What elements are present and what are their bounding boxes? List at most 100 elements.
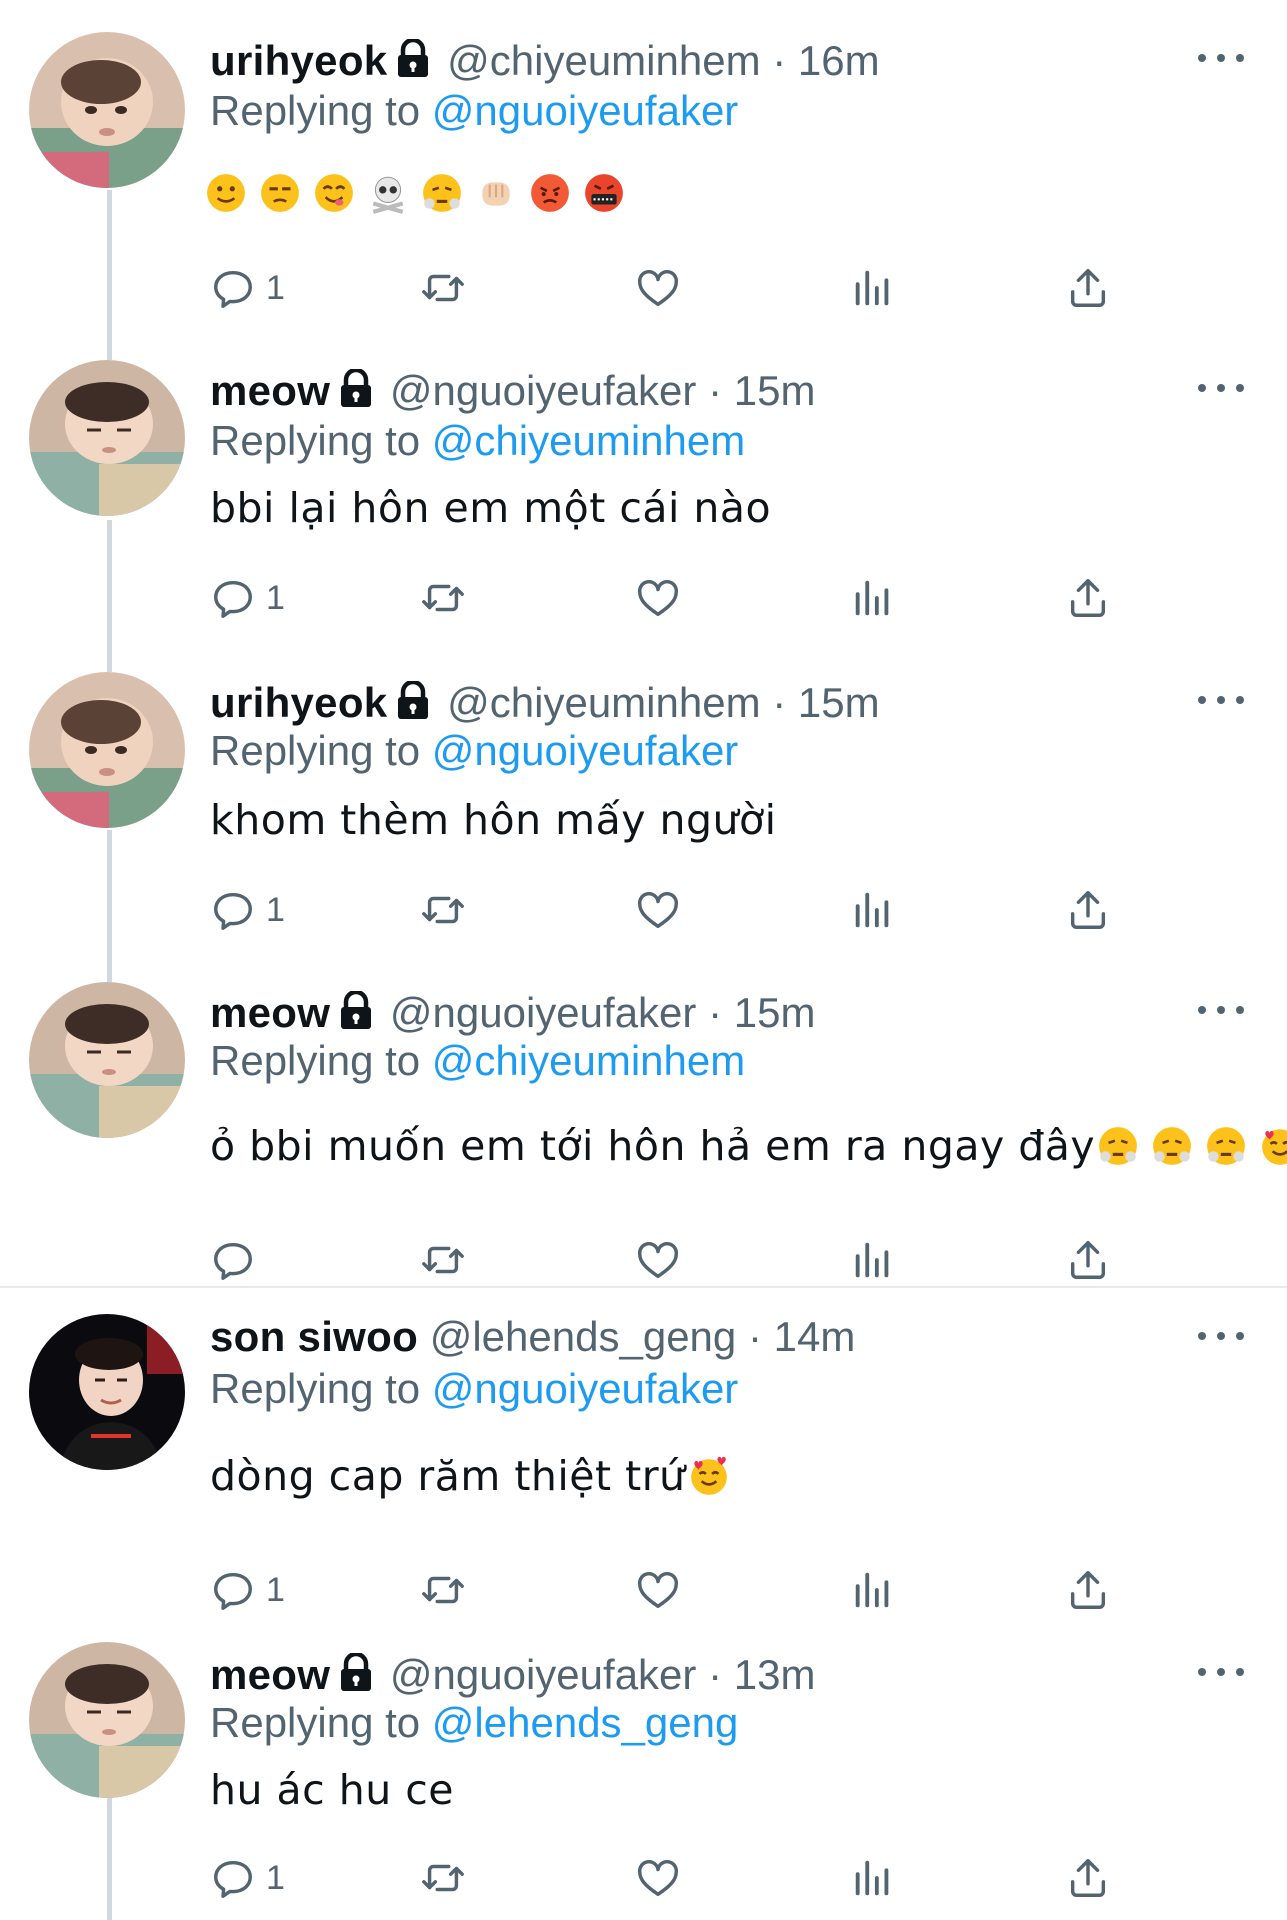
replying-prefix: Replying to: [210, 417, 421, 464]
display-name[interactable]: meow: [210, 1651, 330, 1698]
avatar[interactable]: [29, 982, 185, 1138]
share-button[interactable]: [1065, 884, 1111, 936]
avatar[interactable]: [29, 1314, 185, 1470]
share-button[interactable]: [1065, 1234, 1111, 1286]
retweet-button[interactable]: [420, 1564, 466, 1616]
mention-link[interactable]: @chiyeuminhem: [432, 1037, 745, 1084]
reply-button[interactable]: 1: [210, 884, 285, 936]
more-icon[interactable]: [1198, 690, 1244, 710]
reply-button[interactable]: 1: [210, 1564, 285, 1616]
heart-icon: [638, 270, 678, 307]
face-with-steam-icon: [1153, 1127, 1192, 1165]
share-button[interactable]: [1065, 1852, 1111, 1904]
share-icon: [1070, 579, 1106, 617]
timestamp[interactable]: 15m: [798, 679, 880, 726]
tweet-actions: 1: [210, 572, 1130, 624]
heart-icon: [638, 1572, 678, 1609]
display-name[interactable]: meow: [210, 989, 330, 1036]
retweet-icon: [422, 896, 464, 924]
reply-icon: [214, 270, 252, 308]
more-icon[interactable]: [1198, 1662, 1244, 1682]
oncoming-fist-icon: [482, 182, 510, 206]
display-name[interactable]: urihyeok: [210, 37, 387, 84]
face-with-steam-icon: [423, 174, 461, 212]
mention-link[interactable]: @nguoiyeufaker: [432, 727, 739, 774]
timestamp[interactable]: 15m: [734, 367, 816, 414]
handle[interactable]: @chiyeuminhem: [447, 37, 760, 84]
heart-icon: [638, 1242, 678, 1279]
tweet-text: [205, 172, 625, 214]
handle[interactable]: @nguoiyeufaker: [390, 1651, 697, 1698]
like-button[interactable]: [635, 884, 681, 936]
reply-button[interactable]: 1: [210, 572, 285, 624]
tweet[interactable]: urihyeok @chiyeuminhem · 16m Replying to…: [0, 0, 1287, 330]
smiling-face-with-hearts-icon: [690, 1456, 727, 1495]
avatar[interactable]: [29, 672, 185, 828]
tweet[interactable]: meow @nguoiyeufaker · 15m Replying to @c…: [0, 950, 1287, 1286]
reply-count: 1: [266, 1858, 285, 1897]
mention-link[interactable]: @chiyeuminhem: [432, 417, 745, 464]
reply-button[interactable]: [210, 1234, 266, 1286]
retweet-button[interactable]: [420, 572, 466, 624]
like-button[interactable]: [635, 262, 681, 314]
avatar[interactable]: [29, 32, 185, 188]
share-button[interactable]: [1065, 572, 1111, 624]
timestamp[interactable]: 14m: [774, 1313, 856, 1360]
reply-button[interactable]: 1: [210, 1852, 285, 1904]
views-button[interactable]: [850, 1234, 896, 1286]
reply-icon: [214, 1860, 252, 1898]
handle[interactable]: @lehends_geng: [430, 1313, 737, 1360]
like-button[interactable]: [635, 1564, 681, 1616]
retweet-icon: [422, 274, 464, 302]
like-button[interactable]: [635, 1234, 681, 1286]
tweet[interactable]: urihyeok @chiyeuminhem · 15m Replying to…: [0, 640, 1287, 950]
replying-prefix: Replying to: [210, 1037, 421, 1084]
handle[interactable]: @chiyeuminhem: [447, 679, 760, 726]
views-button[interactable]: [850, 572, 896, 624]
replying-prefix: Replying to: [210, 727, 421, 774]
tweet-actions: 1: [210, 1564, 1130, 1616]
display-name[interactable]: meow: [210, 367, 330, 414]
views-button[interactable]: [850, 884, 896, 936]
share-button[interactable]: [1065, 262, 1111, 314]
like-button[interactable]: [635, 572, 681, 624]
avatar[interactable]: [29, 360, 185, 516]
tweet[interactable]: meow @nguoiyeufaker · 15m Replying to @c…: [0, 330, 1287, 640]
display-name[interactable]: son siwoo: [210, 1313, 418, 1360]
mention-link[interactable]: @lehends_geng: [432, 1699, 739, 1746]
tweet[interactable]: meow @nguoiyeufaker · 13m Replying to @l…: [0, 1628, 1287, 1920]
share-button[interactable]: [1065, 1564, 1111, 1616]
views-button[interactable]: [850, 262, 896, 314]
timestamp[interactable]: 13m: [734, 1651, 816, 1698]
views-button[interactable]: [850, 1564, 896, 1616]
retweet-button[interactable]: [420, 1852, 466, 1904]
handle[interactable]: @nguoiyeufaker: [390, 367, 697, 414]
retweet-button[interactable]: [420, 262, 466, 314]
face-with-steam-icon: [1099, 1127, 1138, 1165]
avatar[interactable]: [29, 1642, 185, 1798]
handle[interactable]: @nguoiyeufaker: [390, 989, 697, 1036]
tweet[interactable]: son siwoo @lehends_geng · 14m Replying t…: [0, 1288, 1287, 1628]
timestamp[interactable]: 15m: [734, 989, 816, 1036]
reply-icon: [214, 892, 252, 930]
retweet-button[interactable]: [420, 1234, 466, 1286]
views-button[interactable]: [850, 1852, 896, 1904]
more-icon[interactable]: [1198, 378, 1244, 398]
retweet-button[interactable]: [420, 884, 466, 936]
timestamp[interactable]: 16m: [798, 37, 880, 84]
more-icon[interactable]: [1198, 1326, 1244, 1346]
lock-icon: [395, 679, 431, 732]
display-name[interactable]: urihyeok: [210, 679, 387, 726]
reply-button[interactable]: 1: [210, 262, 285, 314]
lock-icon: [338, 367, 374, 420]
tweet-text: bbi lại hôn em một cái nào: [210, 484, 772, 532]
replying-to: Replying to @nguoiyeufaker: [210, 1364, 738, 1414]
separator: ·: [708, 1651, 723, 1698]
mention-link[interactable]: @nguoiyeufaker: [432, 87, 739, 134]
mention-link[interactable]: @nguoiyeufaker: [432, 1365, 739, 1412]
more-icon[interactable]: [1198, 48, 1244, 68]
replying-prefix: Replying to: [210, 1365, 421, 1412]
like-button[interactable]: [635, 1852, 681, 1904]
separator: ·: [747, 1313, 762, 1360]
more-icon[interactable]: [1198, 1000, 1244, 1020]
